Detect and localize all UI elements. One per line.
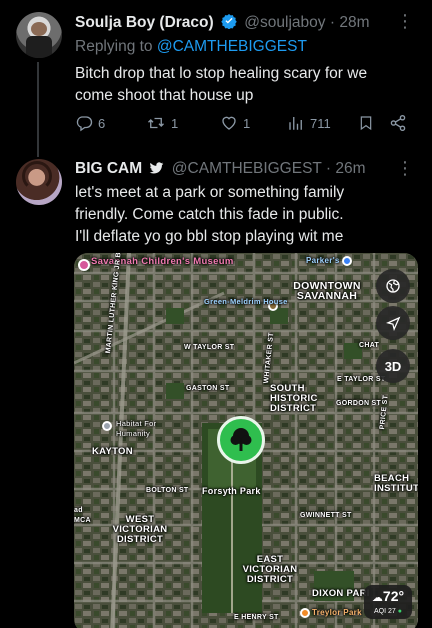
map-label-dixon-park: DIXON PARI (312, 588, 370, 599)
display-name[interactable]: Soulja Boy (Draco) (75, 14, 214, 31)
share-icon (390, 114, 406, 132)
poi-marker-museum[interactable] (78, 259, 90, 271)
replying-to: Replying to @CAMTHEBIGGEST (75, 38, 307, 56)
repost-button[interactable]: 1 (146, 114, 178, 132)
aqi-dot-icon: ● (397, 608, 402, 615)
map-pin-park[interactable] (217, 416, 265, 464)
share-button[interactable] (389, 114, 407, 132)
map-label-treylor-park[interactable]: Treylor Park (312, 608, 362, 618)
3d-toggle-button[interactable]: 3D (376, 349, 410, 383)
replying-handle-link[interactable]: @CAMTHEBIGGEST (157, 38, 307, 55)
verified-badge-icon (221, 13, 237, 34)
tweet-text-line: come shoot that house up (75, 87, 254, 104)
poi-marker-parkers[interactable] (342, 256, 352, 266)
more-options-icon[interactable]: ⋮ (396, 159, 414, 177)
poi-marker-habitat[interactable] (102, 421, 112, 431)
like-count: 1 (243, 115, 251, 131)
tweet-text-line: Bitch drop that lo stop healing scary fo… (75, 65, 368, 82)
map-label-w-taylor-st: W TAYLOR ST (184, 344, 235, 351)
views-button[interactable]: 711 (287, 114, 331, 132)
tweet-text: let's meet at a park or something family… (75, 182, 420, 248)
map-label-kayton: KAYTON (92, 446, 133, 457)
poi-marker-treylor-park[interactable] (300, 608, 310, 618)
globe-icon (386, 279, 400, 293)
avatar-souljaboy[interactable] (16, 12, 62, 58)
aqi-value: AQI 27 (374, 608, 396, 615)
bookmark-icon (360, 116, 372, 131)
tweet-text-line: let's meet at a park or something family (75, 184, 345, 201)
map-label-bolton-st: BOLTON ST (146, 487, 189, 494)
map-label-henry-st: E HENRY ST (234, 614, 279, 621)
avatar-bigcam[interactable] (16, 159, 62, 205)
twitter-bird-icon (149, 162, 164, 180)
globe-button[interactable] (376, 269, 410, 303)
map-label-downtown-savannah: DOWNTOWN SAVANNAH (293, 280, 361, 302)
locate-button[interactable] (376, 306, 410, 340)
tweet-souljaboy[interactable]: Soulja Boy (Draco) @souljaboy · 28m ⋮ Re… (0, 0, 432, 157)
display-name[interactable]: BIG CAM (75, 160, 142, 177)
map-card[interactable]: Savannah Children's Museum Parker's DOWN… (74, 253, 418, 628)
repost-count: 1 (171, 115, 179, 131)
3d-label: 3D (384, 358, 402, 374)
map-label-east-victorian: EAST VICTORIAN DISTRICT (242, 554, 298, 585)
map-label-beach-institute: BEACH INSTITUT (374, 473, 418, 494)
tweet-text: Bitch drop that lo stop healing scary fo… (75, 63, 420, 107)
map-label-ad-mca: ad MCA (74, 507, 91, 524)
like-button[interactable]: 1 (220, 114, 250, 132)
map-label-gwinnett-st: GWINNETT ST (300, 512, 352, 519)
views-icon (289, 117, 302, 130)
reply-button[interactable]: 6 (75, 114, 105, 132)
tweet-text-line: friendly. Come catch this fade in public… (75, 206, 344, 223)
reply-count: 6 (98, 115, 106, 131)
handle[interactable]: @CAMTHEBIGGEST (172, 160, 322, 177)
tweet-text-line: I'll deflate yo go bbl stop playing wit … (75, 228, 344, 245)
views-count: 711 (310, 115, 331, 131)
map-label-green-meldrim[interactable]: Green-Meldrim House (204, 297, 288, 307)
map-label-e-taylor-st: E TAYLOR ST (337, 376, 386, 383)
map-label-chat: CHAT (359, 342, 380, 349)
handle[interactable]: @souljaboy (244, 14, 325, 31)
tree-icon (230, 428, 252, 451)
separator: · (325, 160, 332, 177)
location-arrow-icon (385, 316, 400, 331)
map-label-south-historic-district: SOUTH HISTORIC DISTRICT (270, 383, 318, 414)
reply-icon (76, 116, 93, 132)
cloud-icon: ☁ (371, 592, 383, 604)
timestamp[interactable]: 28m (339, 14, 369, 31)
weather-widget[interactable]: ☁72° AQI 27 ● (364, 585, 412, 619)
map-label-habitat[interactable]: Habitat For Humanity (116, 419, 166, 439)
more-options-icon[interactable]: ⋮ (396, 12, 414, 30)
thread-line (37, 62, 39, 157)
map-label-gordon-st: GORDON ST (336, 400, 382, 407)
bookmark-button[interactable] (358, 114, 374, 132)
heart-icon (222, 116, 236, 130)
timestamp[interactable]: 26m (335, 160, 365, 177)
temperature: 72° (382, 588, 405, 604)
map-label-forsyth-park[interactable]: Forsyth Park (202, 486, 261, 496)
action-bar: 6 1 1 711 (75, 114, 415, 138)
map-label-west-victorian: WEST VICTORIAN DISTRICT (112, 514, 168, 545)
repost-icon (148, 117, 164, 129)
separator: · (329, 14, 336, 31)
replying-prefix: Replying to (75, 38, 153, 55)
map-label-parkers[interactable]: Parker's (306, 256, 340, 266)
map-label-gaston-st: GASTON ST (186, 385, 230, 392)
